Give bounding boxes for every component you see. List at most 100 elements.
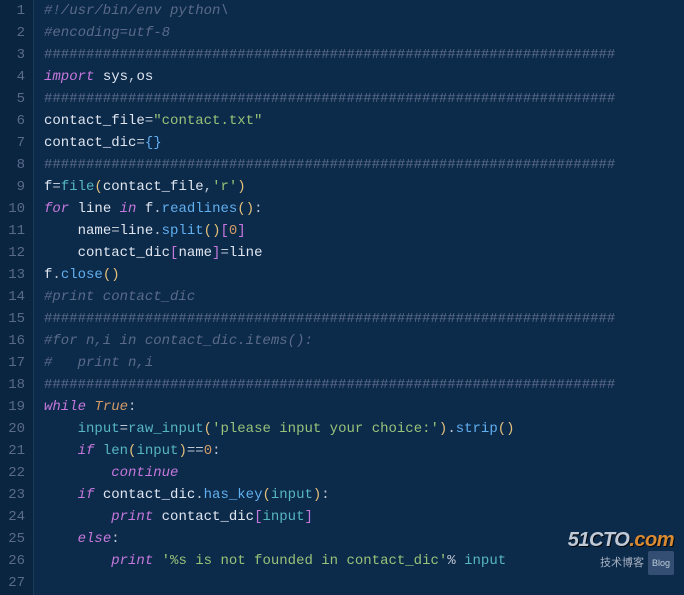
token: [	[220, 220, 228, 242]
token: contact_file	[103, 176, 204, 198]
token	[44, 484, 78, 506]
token: continue	[111, 462, 178, 484]
line-number: 10	[4, 198, 25, 220]
line-number: 22	[4, 462, 25, 484]
token: (	[204, 220, 212, 242]
token	[44, 506, 111, 528]
token: input	[78, 418, 120, 440]
line-number: 21	[4, 440, 25, 462]
token: )	[237, 176, 245, 198]
code-line: name=line.split()[0]	[44, 220, 684, 242]
token: contact_dic	[162, 506, 254, 528]
code-line: # print n,i	[44, 352, 684, 374]
token	[44, 440, 78, 462]
token: '%s is not founded in contact_dic'	[162, 550, 448, 572]
token: in	[120, 198, 137, 220]
token	[44, 418, 78, 440]
code-line: while True:	[44, 396, 684, 418]
token: 'please input your choice:'	[212, 418, 439, 440]
token	[44, 528, 78, 550]
token: 'r'	[212, 176, 237, 198]
token	[94, 440, 102, 462]
line-number: 8	[4, 154, 25, 176]
line-number: 26	[4, 550, 25, 572]
code-editor: 1234567891011121314151617181920212223242…	[0, 0, 684, 595]
token	[456, 550, 464, 572]
token: )	[212, 220, 220, 242]
token: )	[246, 198, 254, 220]
token: file	[61, 176, 95, 198]
token: ########################################…	[44, 44, 615, 66]
token: ]	[237, 220, 245, 242]
line-number: 6	[4, 110, 25, 132]
code-line: print '%s is not founded in contact_dic'…	[44, 550, 684, 572]
token: input	[271, 484, 313, 506]
line-number: 14	[4, 286, 25, 308]
token: contact_dic	[78, 242, 170, 264]
token	[153, 506, 161, 528]
token	[69, 198, 77, 220]
token: ########################################…	[44, 374, 615, 396]
code-line: f.close()	[44, 264, 684, 286]
token: has_key	[204, 484, 263, 506]
code-line: import sys,os	[44, 66, 684, 88]
line-number: 5	[4, 88, 25, 110]
token: .	[153, 220, 161, 242]
code-line: contact_dic={}	[44, 132, 684, 154]
token: =	[120, 418, 128, 440]
code-line: if contact_dic.has_key(input):	[44, 484, 684, 506]
token: (	[498, 418, 506, 440]
token: ]	[304, 506, 312, 528]
line-number-gutter: 1234567891011121314151617181920212223242…	[0, 0, 34, 595]
line-number: 15	[4, 308, 25, 330]
token: line	[229, 242, 263, 264]
line-number: 25	[4, 528, 25, 550]
token: while	[44, 396, 86, 418]
token: .	[52, 264, 60, 286]
token: ==	[187, 440, 204, 462]
token: f	[44, 176, 52, 198]
token: :	[128, 396, 136, 418]
token: sys	[103, 66, 128, 88]
token: (	[103, 264, 111, 286]
token: .	[153, 198, 161, 220]
line-number: 2	[4, 22, 25, 44]
token: (	[262, 484, 270, 506]
code-line: ########################################…	[44, 44, 684, 66]
token	[111, 198, 119, 220]
token: "contact.txt"	[153, 110, 262, 132]
token: .	[195, 484, 203, 506]
token: f	[145, 198, 153, 220]
token: =	[136, 132, 144, 154]
token: os	[136, 66, 153, 88]
token: contact_file	[44, 110, 145, 132]
token	[94, 66, 102, 88]
code-line: contact_file="contact.txt"	[44, 110, 684, 132]
token: [	[170, 242, 178, 264]
code-line: input=raw_input('please input your choic…	[44, 418, 684, 440]
token: )	[439, 418, 447, 440]
token: contact_dic	[103, 484, 195, 506]
token: f	[44, 264, 52, 286]
token	[86, 396, 94, 418]
token: raw_input	[128, 418, 204, 440]
token: input	[136, 440, 178, 462]
token: :	[111, 528, 119, 550]
code-line: for line in f.readlines():	[44, 198, 684, 220]
code-line: #!/usr/bin/env python\	[44, 0, 684, 22]
token: #!/usr/bin/env python\	[44, 0, 229, 22]
token: # print n,i	[44, 352, 153, 374]
token: %	[447, 550, 455, 572]
line-number: 11	[4, 220, 25, 242]
token: (	[204, 418, 212, 440]
token: 0	[204, 440, 212, 462]
token: split	[162, 220, 204, 242]
token: name	[178, 242, 212, 264]
token: ########################################…	[44, 308, 615, 330]
token: contact_dic	[44, 132, 136, 154]
line-number: 23	[4, 484, 25, 506]
token: =	[111, 220, 119, 242]
code-line: #print contact_dic	[44, 286, 684, 308]
token: input	[464, 550, 506, 572]
line-number: 18	[4, 374, 25, 396]
